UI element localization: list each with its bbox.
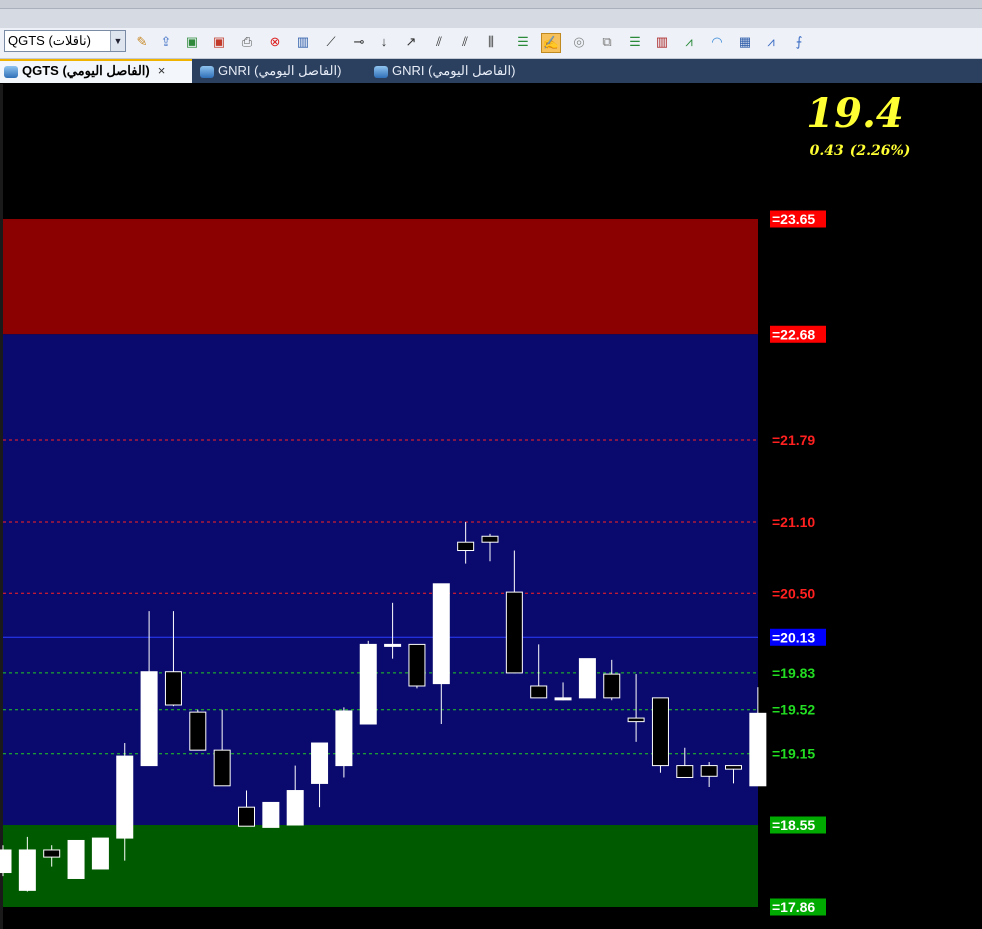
candle-body: [725, 765, 742, 770]
candle-body: [116, 755, 134, 839]
level-label: =21.10: [772, 514, 815, 530]
candle-body: [530, 685, 548, 699]
candle-body: [651, 697, 669, 767]
channel-icon[interactable]: ⫽: [430, 33, 448, 51]
symbol-value: QGTS (ناقلات): [8, 33, 91, 48]
trendline-icon[interactable]: ⟋: [322, 33, 340, 51]
chevron-down-icon[interactable]: ▼: [110, 31, 125, 51]
price-change: 0.43 (2.26%): [790, 143, 930, 159]
close-icon[interactable]: ×: [158, 63, 166, 78]
candle-body: [213, 749, 231, 787]
fan-icon[interactable]: ⩘: [680, 33, 698, 51]
change-percent: (2.26%): [849, 143, 911, 159]
tab-label: GNRI (الفاصل اليومي): [218, 63, 342, 78]
copy-icon[interactable]: ⧉: [598, 33, 616, 51]
bars-icon[interactable]: ▥: [653, 33, 671, 51]
grid-icon[interactable]: ▦: [736, 33, 754, 51]
symbol-selector[interactable]: QGTS (ناقلات) ▼: [4, 30, 126, 52]
levels-icon[interactable]: ☰: [514, 33, 532, 51]
candle-body: [43, 849, 61, 858]
gann-icon[interactable]: ⩘: [762, 33, 780, 51]
tab-gnri-daily-1[interactable]: GNRI (الفاصل اليومي): [198, 59, 368, 83]
zone-band: [3, 334, 758, 826]
candle-body: [481, 535, 499, 543]
window-frame: [0, 0, 982, 9]
delete-icon[interactable]: ⊗: [266, 33, 284, 51]
candle-body: [164, 671, 182, 706]
level-label: =21.79: [772, 432, 815, 448]
level-label: =23.65: [772, 211, 815, 227]
candle-body: [457, 541, 475, 552]
candle-body: [749, 712, 767, 787]
wand-icon[interactable]: ✎: [133, 33, 151, 51]
circle-icon[interactable]: ◎: [570, 33, 588, 51]
tab-qgts-daily[interactable]: QGTS (الفاصل اليومي) ×: [0, 59, 192, 83]
candle-body: [335, 710, 353, 767]
vertical-line-icon[interactable]: ↓: [375, 33, 393, 51]
candle-body: [238, 806, 255, 827]
tab-label: QGTS (الفاصل اليومي): [22, 63, 150, 78]
level-label: =19.52: [772, 702, 815, 718]
tab-gnri-daily-2[interactable]: GNRI (الفاصل اليومي): [372, 59, 542, 83]
chart-tab-icon: [200, 65, 214, 78]
candle-body: [140, 671, 158, 767]
vertical-lines-icon[interactable]: ⫼: [482, 33, 500, 51]
arc-icon[interactable]: ◠: [708, 33, 726, 51]
candle-body: [578, 658, 596, 699]
candle-body: [384, 643, 402, 647]
indicator-icon[interactable]: ▥: [294, 33, 312, 51]
level-label: =20.50: [772, 585, 815, 601]
candle-body: [311, 742, 329, 784]
remove-chart-icon[interactable]: ▣: [210, 33, 228, 51]
chart-tabs: QGTS (الفاصل اليومي) × GNRI (الفاصل اليوم…: [0, 59, 982, 83]
candle-body: [700, 765, 718, 777]
candle-body: [359, 643, 377, 725]
candle-body: [408, 643, 426, 687]
chart-left-border: [0, 84, 3, 929]
candle-body: [67, 839, 85, 879]
candle-body: [0, 849, 12, 874]
fib-icon[interactable]: ⨍: [790, 33, 808, 51]
last-price: 19.4: [806, 90, 904, 137]
level-label: =22.68: [772, 326, 815, 342]
window-top-strip: [0, 0, 982, 28]
level-label: =17.86: [772, 899, 815, 915]
candle-body: [627, 717, 645, 723]
add-chart-icon[interactable]: ▣: [183, 33, 201, 51]
ray-icon[interactable]: ↗: [402, 33, 420, 51]
level-label: =18.55: [772, 817, 815, 833]
candle-body: [603, 673, 621, 699]
parallel-lines-icon[interactable]: ⫽: [456, 33, 474, 51]
candle-body: [18, 849, 36, 891]
level-label: =19.15: [772, 746, 815, 762]
candle-body: [262, 801, 280, 828]
candle-body: [505, 591, 523, 674]
brush-icon[interactable]: ✍: [541, 33, 561, 53]
candle-body: [189, 711, 207, 751]
export-icon[interactable]: ⇪: [157, 33, 175, 51]
chart-toolbar: QGTS (ناقلات) ▼ ✎ ⇪ ▣ ▣ ⎙ ⊗ ▥ ⟋ ⊸ ↓ ↗ ⫽ ⫽ ⫼ ☰ ✍ ◎ ⧉ ☰ ▥ ⩘ ◠ ▦ ⩘…: [0, 28, 982, 59]
level-label: =20.13: [772, 629, 815, 645]
chart-tab-icon: [4, 65, 18, 78]
level-label: =19.83: [772, 665, 815, 681]
tab-label: GNRI (الفاصل اليومي): [392, 63, 516, 78]
candle-body: [554, 697, 572, 701]
chart-tab-icon: [374, 65, 388, 78]
list-icon[interactable]: ☰: [626, 33, 644, 51]
candle-body: [286, 790, 304, 826]
candle-body: [676, 765, 694, 778]
print-icon[interactable]: ⎙: [238, 33, 256, 51]
candle-body: [432, 583, 450, 685]
candle-body: [91, 837, 109, 870]
change-value: 0.43: [809, 143, 844, 159]
horizontal-line-icon[interactable]: ⊸: [350, 33, 368, 51]
candlestick-chart[interactable]: =23.65 =22.68 =21.79 =21.10 =20.50 =20.13 =19.…: [0, 84, 982, 929]
zone-band: [3, 219, 758, 335]
price-chart[interactable]: =23.65 =22.68 =21.79 =21.10 =20.50 =20.13 =19.…: [0, 84, 982, 929]
